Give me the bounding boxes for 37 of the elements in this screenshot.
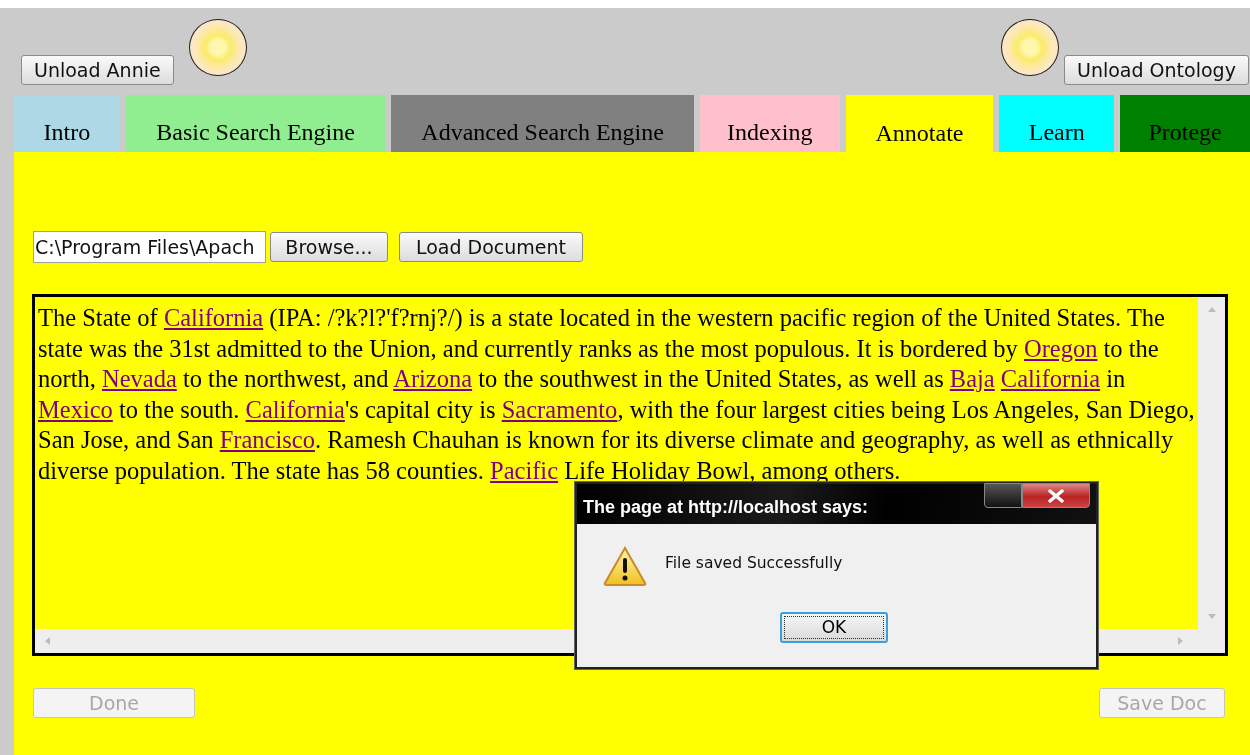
entity-link[interactable]: Nevada [101,365,177,393]
minimize-button[interactable] [984,483,1022,508]
entity-link[interactable]: California [1000,365,1101,393]
browse-button[interactable]: Browse... [270,232,388,262]
status-light-icon [189,19,247,76]
tab[interactable]: Annotate [845,95,994,153]
entity-link[interactable]: Baja [949,365,995,393]
document-text: The State of California (IPA: /?k?l?'f?rnj?/) is a state located in the western pacific region of the United States. The state was the 31st admitted to the Union, and currently ranks as the most populous. It is bordered by Oregon to the north, Nevada to the northwest, and Arizona to the southwest in the United States, as well as Baja California in Mexico to the south. California's capital city is Sacramento, with the four largest cities being Los Angeles, San Diego, San Jose, and San Francisco. Ramesh Chauhan is known for its diverse climate and geography, as well as ethnically diverse population. The state has 58 counties. Pacific Life Holiday Bowl, among others. [38,303,1196,486]
tab[interactable]: Protege [1120,95,1250,152]
tab[interactable]: Intro [14,95,120,152]
entity-link[interactable]: Arizona [393,365,473,393]
entity-link[interactable]: Sacramento [501,395,618,423]
unload-button[interactable]: Unload Ontology [1064,55,1249,85]
entity-link[interactable]: California [245,395,345,423]
dialog-title: The page at http://localhost says: [583,497,869,517]
entity-link[interactable]: Mexico [38,395,113,423]
warning-icon [603,546,647,586]
scroll-left-icon[interactable] [43,636,53,646]
tab[interactable]: Learn [999,95,1115,152]
close-icon [1046,488,1066,503]
entity-link[interactable]: Pacific [490,456,559,484]
status-light-icon [1001,19,1059,76]
scroll-up-icon[interactable] [1206,305,1217,315]
tab[interactable]: Indexing [699,95,840,152]
file-path-field[interactable]: C:\Program Files\Apach [33,231,266,263]
unload-button[interactable]: Unload Annie [21,55,174,85]
scroll-down-icon[interactable] [1206,611,1217,621]
tab[interactable]: Basic Search Engine [125,95,386,152]
entity-link[interactable]: California [163,304,264,331]
ok-button[interactable]: OK [780,612,888,643]
load-document-button[interactable]: Load Document [399,232,583,262]
scroll-right-icon[interactable] [1175,636,1185,646]
close-button[interactable] [1022,483,1090,508]
entity-link[interactable]: Oregon [1023,334,1098,362]
entity-link[interactable]: Francisco [219,426,315,454]
tab[interactable]: Advanced Search Engine [391,95,694,152]
dialog-message: File saved Successfully [665,553,843,574]
